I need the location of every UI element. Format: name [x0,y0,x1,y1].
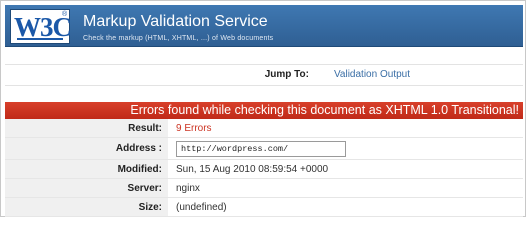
size-value: (undefined) [176,202,227,213]
modified-label: Modified: [5,160,168,178]
size-label: Size: [5,198,168,216]
validation-output-link[interactable]: Validation Output [334,69,410,80]
w3c-logo[interactable]: W3C ® [10,9,72,44]
server-value: nginx [176,183,200,194]
result-value: 9 Errors [176,123,212,134]
jump-to-bar: Jump To: Validation Output [5,64,523,86]
jump-to-label: Jump To: [264,69,309,80]
registered-mark: ® [62,11,68,18]
page-subtitle: Check the markup (HTML, XHTML, ...) of W… [83,35,274,42]
address-label: Address : [5,138,168,159]
logo-underline [17,38,63,40]
server-label: Server: [5,179,168,197]
header-banner: W3C ® Markup Validation Service Check th… [5,5,523,47]
page-title: Markup Validation Service [83,13,268,30]
error-banner: Errors found while checking this documen… [5,102,523,119]
result-label: Result: [5,119,168,137]
address-row: Address : http://wordpress.com/ [5,138,523,160]
address-input[interactable]: http://wordpress.com/ [176,141,346,157]
window-frame: W3C ® Markup Validation Service Check th… [0,0,526,217]
modified-value: Sun, 15 Aug 2010 08:59:54 +0000 [176,164,329,175]
server-row: Server: nginx [5,179,523,198]
results-table: Result: 9 Errors Address : http://wordpr… [5,119,523,217]
size-row: Size: (undefined) [5,198,523,217]
result-row: Result: 9 Errors [5,119,523,138]
modified-row: Modified: Sun, 15 Aug 2010 08:59:54 +000… [5,160,523,179]
error-message: Errors found while checking this documen… [130,103,519,117]
